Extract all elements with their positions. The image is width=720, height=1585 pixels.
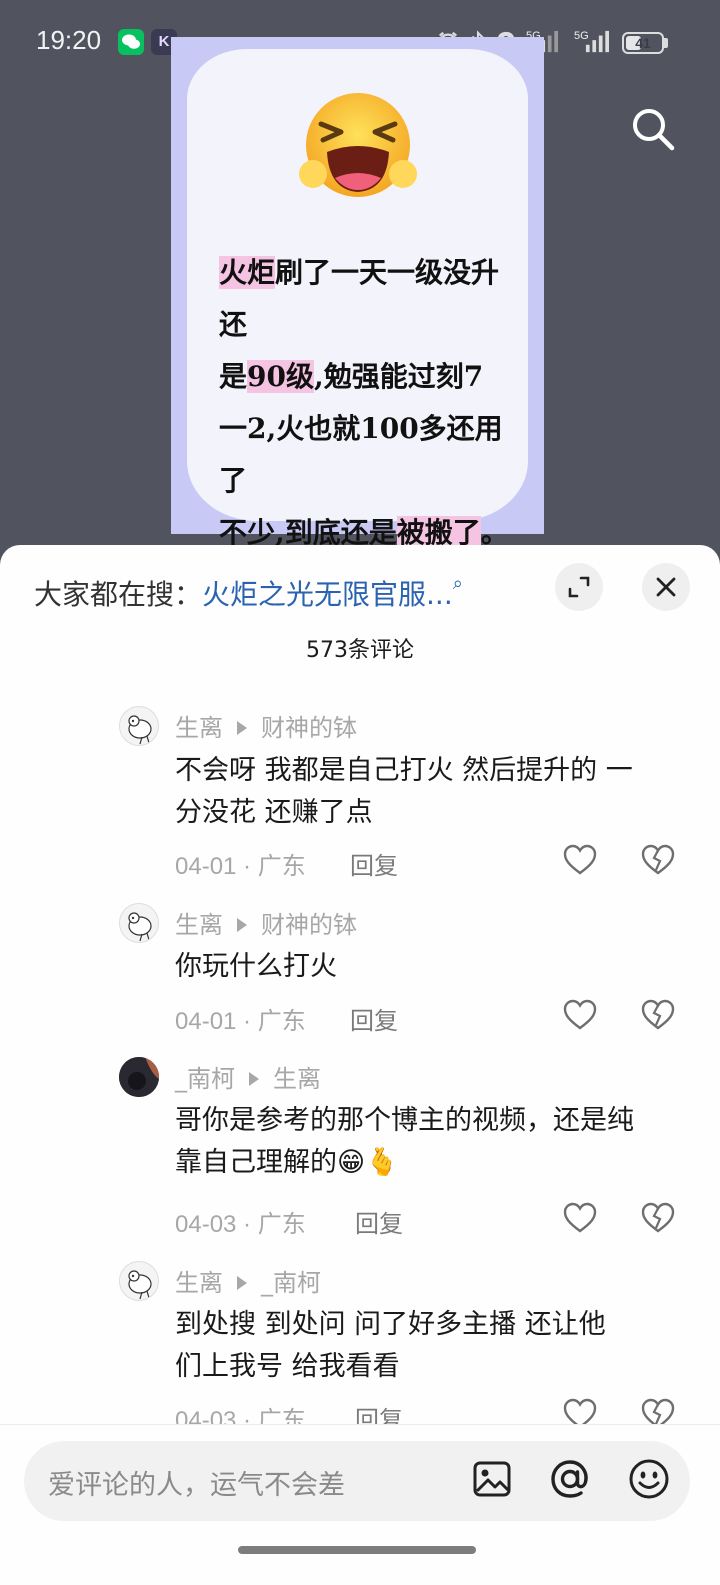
comment-text: 哥你是参考的那个博主的视频，还是纯 靠自己理解的😁🫰 — [175, 1105, 634, 1178]
card-line: 是90级,勉强能过刻7 — [219, 360, 484, 393]
reply-arrow-icon — [237, 1276, 247, 1290]
close-icon — [656, 577, 676, 597]
reply-arrow-icon — [249, 1072, 259, 1086]
broken-heart-icon[interactable] — [641, 999, 675, 1031]
avatar[interactable] — [119, 706, 159, 746]
video-cover-text: 火炬刷了一天一级没升还 是90级,勉强能过刻7 一2,火也就100多还用了 不少… — [219, 247, 509, 559]
crying-face-icon — [299, 93, 417, 197]
comment-date-location: 04-01 · 广东 — [175, 853, 306, 880]
hot-search-prefix: 大家都在搜： — [34, 578, 203, 611]
card-line: 一2,火也就100多还用了 — [219, 412, 503, 497]
image-icon[interactable] — [470, 1457, 514, 1501]
avatar[interactable] — [119, 1057, 159, 1097]
comment-text: 不会呀 我都是自己打火 然后提升的 一 分没花 还赚了点 — [175, 755, 633, 828]
reply-button[interactable]: 回复 — [355, 1204, 403, 1239]
heart-icon[interactable] — [563, 1202, 597, 1234]
comment-author-line: 生离 财神的钵 — [175, 708, 357, 743]
comment-author-line: 生离 财神的钵 — [175, 905, 357, 940]
hot-search-magnifier-icon: ⌕ — [452, 573, 463, 594]
reply-arrow-icon — [237, 918, 247, 932]
at-icon[interactable] — [548, 1457, 592, 1501]
status-time: 19:20 — [36, 25, 102, 55]
hot-search-term[interactable]: 火炬之光无限官服... — [202, 578, 453, 611]
expand-button[interactable] — [555, 563, 603, 611]
comment-author-line: _南柯 生离 — [175, 1059, 321, 1094]
hot-search-bar[interactable]: 大家都在搜：火炬之光无限官服...⌕ — [34, 573, 463, 613]
comment-count: 573条评论 — [306, 638, 414, 663]
home-indicator[interactable] — [238, 1546, 476, 1554]
comment-author[interactable]: 生离 — [175, 1269, 223, 1297]
comment-input[interactable]: 爱评论的人，运气不会差 — [24, 1441, 690, 1521]
card-line: 火炬刷了一天一级没升还 — [219, 256, 500, 341]
comment-reply-to[interactable]: 生离 — [273, 1065, 321, 1093]
comment-text: 到处搜 到处问 问了好多主播 还让他 们上我号 给我看看 — [175, 1309, 606, 1382]
wechat-notification-icon — [118, 29, 144, 55]
comment-author[interactable]: _南柯 — [175, 1065, 235, 1093]
avatar[interactable] — [119, 1261, 159, 1301]
heart-icon[interactable] — [563, 999, 597, 1031]
comment-author[interactable]: 生离 — [175, 714, 223, 742]
comment-reply-to[interactable]: 财神的钵 — [261, 911, 357, 939]
comment-input-placeholder: 爱评论的人，运气不会差 — [48, 1470, 345, 1501]
broken-heart-icon[interactable] — [641, 1202, 675, 1234]
battery-level: 41 — [635, 35, 651, 51]
comment-author-line: 生离 _南柯 — [175, 1263, 321, 1298]
comment-author[interactable]: 生离 — [175, 911, 223, 939]
signal-icon-2 — [585, 30, 609, 53]
reply-button[interactable]: 回复 — [350, 846, 398, 881]
close-button[interactable] — [642, 563, 690, 611]
comment-text: 你玩什么打火 — [175, 951, 337, 982]
search-icon[interactable] — [628, 104, 678, 154]
avatar[interactable] — [119, 903, 159, 943]
battery-indicator: 41 — [622, 32, 664, 54]
reply-arrow-icon — [237, 721, 247, 735]
comment-date-location: 04-03 · 广东 — [175, 1211, 306, 1238]
heart-icon[interactable] — [563, 844, 597, 876]
reply-button[interactable]: 回复 — [350, 1001, 398, 1036]
emoji-icon[interactable] — [627, 1457, 671, 1501]
comment-date-location: 04-01 · 广东 — [175, 1008, 306, 1035]
comment-reply-to[interactable]: 财神的钵 — [261, 714, 357, 742]
comment-reply-to[interactable]: _南柯 — [261, 1269, 321, 1297]
expand-icon — [568, 576, 590, 598]
broken-heart-icon[interactable] — [641, 844, 675, 876]
